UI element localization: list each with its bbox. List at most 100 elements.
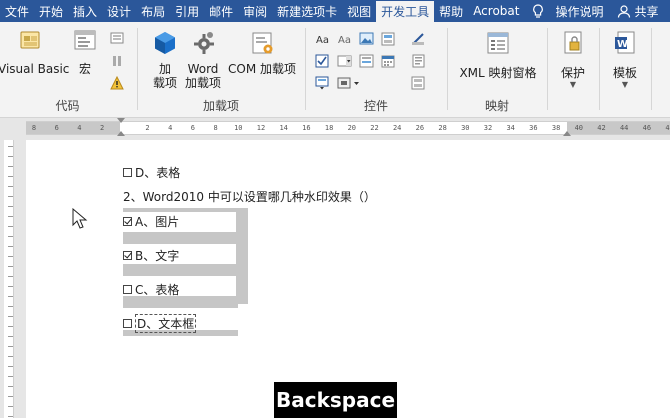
xml-mapping-label: XML 映射窗格 [459,66,537,80]
vertical-ruler-tick [8,366,13,367]
checkbox[interactable] [123,285,132,294]
repeating-section-icon[interactable] [411,76,426,90]
ruler-tick: 24 [392,124,402,132]
tab-new-tab[interactable]: 新建选项卡 [272,0,342,22]
checkbox-control-icon[interactable] [315,54,330,68]
group-controls: Aa Aa 控件 [307,22,445,118]
picture-control-icon[interactable] [359,32,374,46]
lightbulb-icon[interactable] [524,0,550,22]
legacy-tools-icon[interactable] [315,76,330,90]
vertical-ruler-tick [8,216,13,217]
vertical-ruler-tick [8,226,13,227]
checkbox-checked[interactable] [123,217,132,226]
tab-design[interactable]: 设计 [102,0,136,22]
date-picker-control-icon[interactable] [381,54,396,68]
vertical-ruler-tick [8,186,13,187]
vertical-ruler-tick [8,206,13,207]
chevron-down-icon: ▼ [569,80,577,89]
word-addins-button[interactable]: Word 加载项 [183,30,223,90]
vertical-ruler-tick [8,156,13,157]
record-macro-icon[interactable] [110,32,125,46]
group-control-icon[interactable] [337,76,365,90]
ruler-tick: 20 [347,124,357,132]
checkbox-checked[interactable] [123,251,132,260]
vertical-ruler-tick [8,416,13,417]
tab-acrobat[interactable]: Acrobat [468,0,524,22]
group-separator [137,28,138,110]
plain-text-control-icon[interactable]: Aa [337,32,352,46]
option-text: D、文本框 [135,314,197,333]
prev-option-line[interactable]: D、表格 [123,164,180,181]
tab-mailings[interactable]: 邮件 [204,0,238,22]
option-line[interactable]: D、文本框 [123,314,197,333]
vertical-ruler-tick [8,326,13,327]
document-page[interactable]: D、表格 2、Word2010 中可以设置哪几种水印效果（） A、图片 B、文字… [26,140,670,418]
document-template-button[interactable]: W 模板 ▼ [605,30,645,90]
pause-recording-icon[interactable] [110,54,125,68]
vertical-ruler-tick [8,396,13,397]
first-line-indent-marker[interactable] [117,118,125,123]
building-block-icon[interactable] [381,32,396,46]
tab-developer[interactable]: 开发工具 [376,1,435,22]
ruler-tick: 26 [415,124,425,132]
selection-highlight [236,208,248,304]
tab-home[interactable]: 开始 [34,0,68,22]
tab-layout[interactable]: 布局 [136,0,170,22]
vertical-ruler[interactable] [4,140,14,418]
tell-me-search[interactable]: 操作说明 [550,0,608,22]
dropdown-list-control-icon[interactable] [359,54,374,68]
vertical-ruler-tick [8,316,13,317]
ruler-tick: 40 [574,124,584,132]
user-icon [617,5,630,18]
vertical-ruler-tick [8,336,13,337]
design-mode-icon[interactable] [411,32,426,46]
ruler-tick: 18 [324,124,334,132]
selection-highlight [123,208,238,212]
ruler-tick: 30 [461,124,470,132]
group-separator [547,28,548,110]
option-line[interactable]: B、文字 [123,247,179,264]
ribbon: Visual Basic 宏 代码 加 载项 Word 加载项 COM 加载项 … [0,22,670,118]
ruler-tick: 6 [54,124,59,132]
macros-button[interactable]: 宏 [70,28,100,76]
group-separator [599,28,600,110]
xml-mapping-pane-button[interactable]: XML 映射窗格 [455,30,541,80]
com-addins-button[interactable]: COM 加载项 [225,30,299,76]
vertical-ruler-tick [8,386,13,387]
properties-icon[interactable] [411,54,426,68]
protect-button[interactable]: 保护 ▼ [553,30,593,90]
rich-text-control-icon[interactable]: Aa [315,32,330,46]
tab-references[interactable]: 引用 [170,0,204,22]
selection-highlight [123,264,238,276]
share-button[interactable]: 共享 [609,0,663,22]
tab-insert[interactable]: 插入 [68,0,102,22]
option-line[interactable]: C、表格 [123,281,179,298]
tab-help[interactable]: 帮助 [434,0,468,22]
tab-review[interactable]: 审阅 [238,0,272,22]
svg-text:Aa: Aa [338,35,351,46]
hanging-indent-marker[interactable] [117,131,125,136]
word-addins-label-2: 加载项 [184,76,221,90]
group-code-label: 代码 [55,99,80,113]
checkbox[interactable] [123,168,132,177]
group-templates: W 模板 ▼ [601,22,649,118]
combo-box-control-icon[interactable] [337,54,352,68]
ruler-tick: 8 [213,124,218,132]
macros-icon [72,28,98,54]
question-line[interactable]: 2、Word2010 中可以设置哪几种水印效果（） [123,188,376,205]
addins-button[interactable]: 加 载项 [147,30,183,90]
templates-label: 模板 [612,66,637,80]
addins-icon [152,30,178,56]
vertical-ruler-tick [8,176,13,177]
option-line[interactable]: A、图片 [123,213,179,230]
vertical-ruler-tick [8,236,13,237]
macro-security-icon[interactable] [110,75,125,90]
right-indent-marker[interactable] [563,131,571,136]
tab-view[interactable]: 视图 [342,0,376,22]
visual-basic-button[interactable]: Visual Basic [0,28,69,76]
svg-text:W: W [617,39,628,50]
svg-text:Aa: Aa [316,35,329,46]
tab-file[interactable]: 文件 [0,0,34,22]
checkbox[interactable] [123,319,132,328]
chevron-down-icon: ▼ [621,80,629,89]
